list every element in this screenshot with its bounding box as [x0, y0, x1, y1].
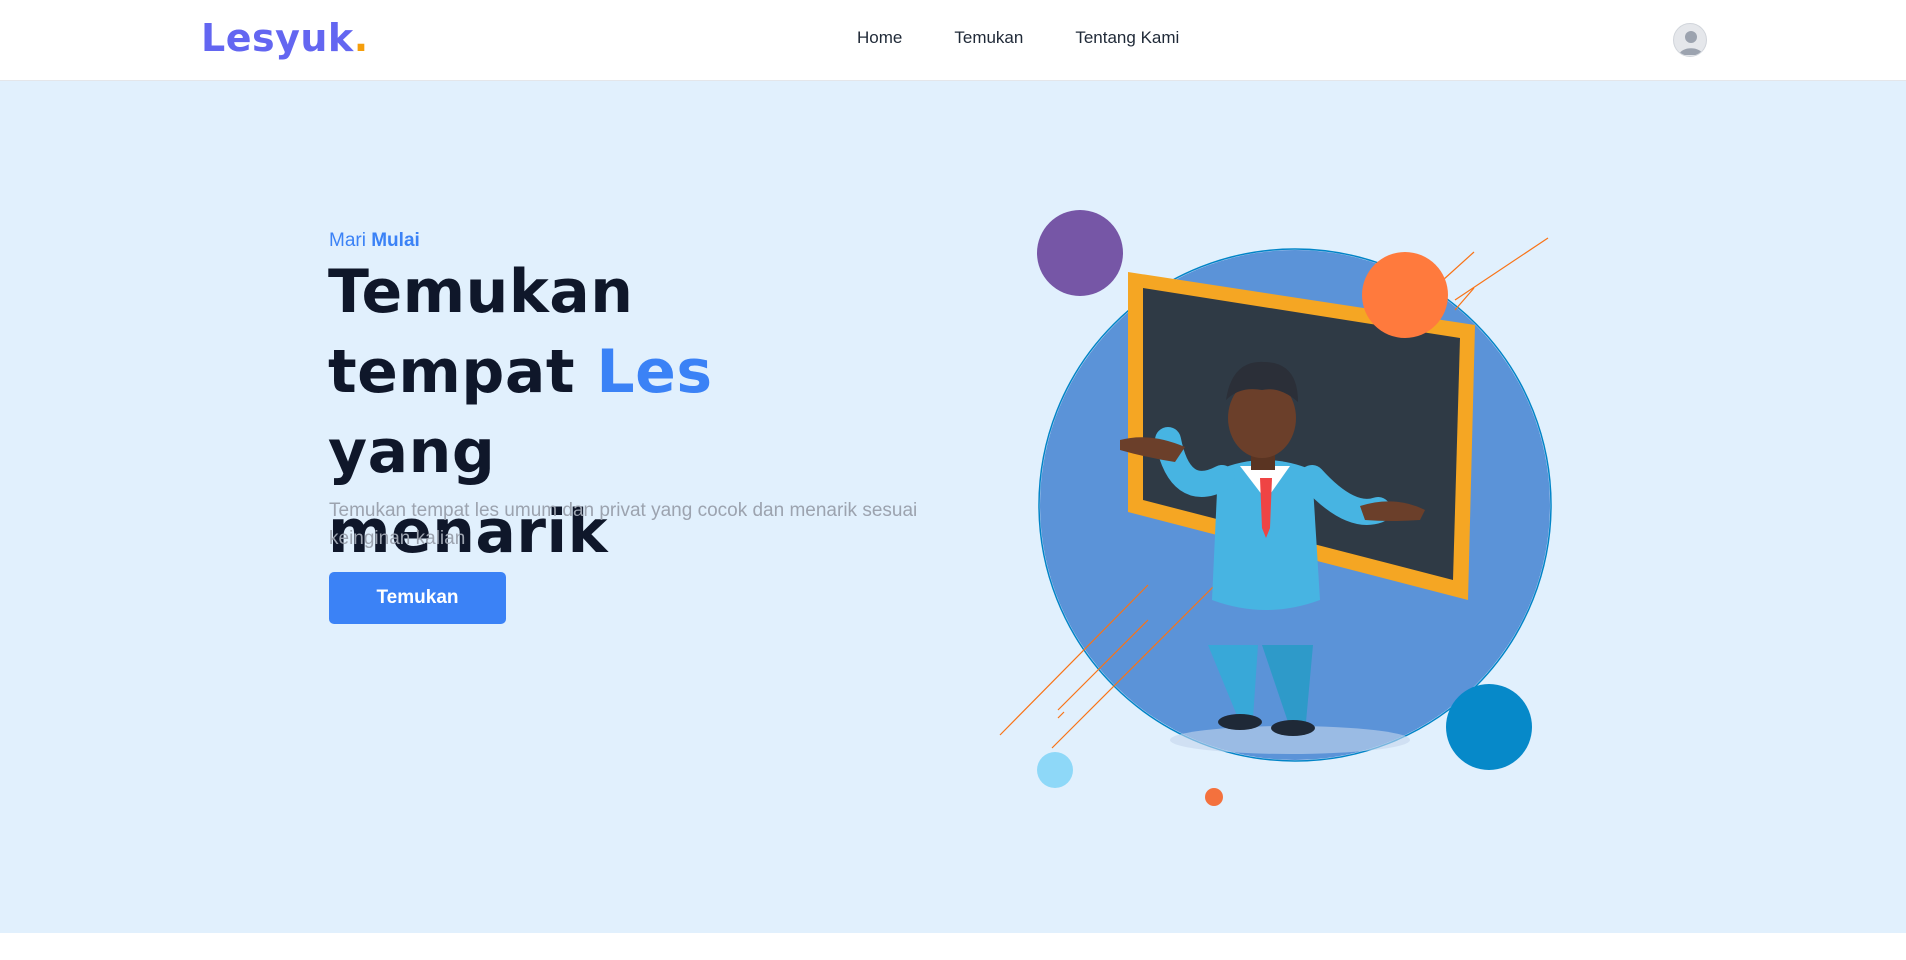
hero-illustration: [999, 210, 1552, 806]
orange-circle-shape: [1362, 252, 1448, 338]
purple-circle-shape: [1037, 210, 1123, 296]
light-blue-circle-shape: [1037, 752, 1073, 788]
small-orange-dot-shape: [1205, 788, 1223, 806]
teal-circle-shape: [1446, 684, 1532, 770]
